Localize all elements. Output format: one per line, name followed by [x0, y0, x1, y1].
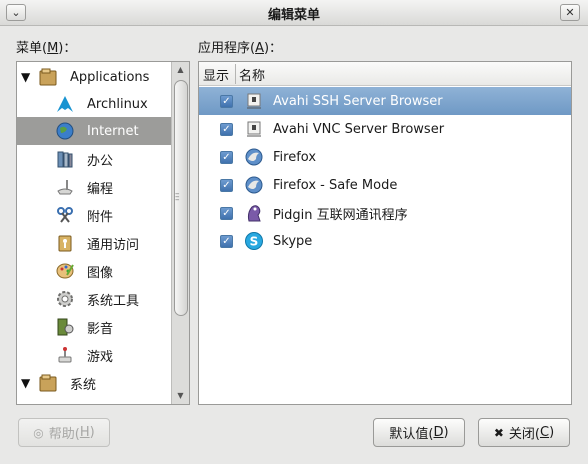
globe-icon	[54, 120, 76, 142]
tree-item-system-tools[interactable]: 系统工具	[17, 285, 171, 313]
tree-item-applications[interactable]: ▼ Applications	[17, 63, 171, 91]
tree-item-label: 编程	[87, 181, 114, 197]
svg-text:S: S	[250, 235, 259, 249]
apps-label: 应用程序(A)：	[198, 41, 283, 56]
table-row[interactable]: ✓ Pidgin 互联网通讯程序	[199, 199, 571, 227]
graphics-icon	[54, 260, 76, 282]
tree-item-accessories[interactable]: 附件	[17, 201, 171, 229]
app-name: Avahi SSH Server Browser	[273, 93, 443, 109]
tree-item-label: 影音	[87, 321, 114, 337]
show-checkbox[interactable]: ✓	[220, 122, 233, 136]
close-label: 关闭(	[508, 427, 540, 442]
tree-item-system[interactable]: ▼ 系统	[17, 369, 171, 397]
window-close-button[interactable]: ✕	[560, 4, 580, 21]
arch-logo-icon	[54, 93, 76, 115]
show-checkbox[interactable]: ✓	[220, 150, 233, 164]
scroll-up-icon[interactable]: ▲	[172, 62, 189, 78]
tree-item-label: 游戏	[87, 349, 114, 365]
scroll-down-icon[interactable]: ▼	[172, 388, 189, 404]
tree-scrollbar[interactable]: ▲ ▼	[171, 62, 189, 404]
revert-default-button[interactable]: 默认值(D)	[373, 418, 465, 447]
tree-item-label: 图像	[87, 265, 114, 281]
app-name: Pidgin 互联网通讯程序	[273, 207, 408, 223]
tree-item-label: 办公	[87, 153, 114, 169]
table-row[interactable]: ✓ Firefox	[199, 143, 571, 171]
programming-icon	[54, 176, 76, 198]
firefox-icon	[243, 146, 265, 168]
app-name: Firefox - Safe Mode	[273, 177, 398, 193]
title-bar: ⌄ 编辑菜单 ✕	[0, 0, 588, 26]
accessibility-icon	[54, 232, 76, 254]
tree-item-label: Applications	[70, 69, 150, 85]
help-icon: ◎	[33, 425, 44, 440]
system-tools-icon	[54, 288, 76, 310]
apps-table-header: 显示 名称	[199, 62, 571, 86]
tree-item-label: 系统	[70, 377, 97, 393]
column-header-show[interactable]: 显示	[203, 65, 229, 84]
menu-label: 菜单(M)：	[16, 41, 77, 56]
pidgin-icon	[243, 202, 265, 224]
window-title: 编辑菜单	[267, 8, 320, 23]
close-icon: ✖	[493, 425, 504, 440]
expander-down-icon[interactable]: ▼	[21, 376, 30, 390]
app-name: Avahi VNC Server Browser	[273, 121, 445, 137]
firefox-icon	[243, 174, 265, 196]
tree-item-games[interactable]: 游戏	[17, 341, 171, 369]
column-header-name[interactable]: 名称	[239, 65, 265, 84]
tree-item-programming[interactable]: 编程	[17, 173, 171, 201]
folder-icon	[54, 400, 76, 404]
tree-item-label: 系统工具	[87, 293, 140, 309]
column-separator[interactable]	[235, 64, 236, 84]
table-row[interactable]: ✓ Avahi VNC Server Browser	[199, 115, 571, 143]
tree-item-multimedia[interactable]: 影音	[17, 313, 171, 341]
multimedia-icon	[54, 316, 76, 338]
tree-item-accessibility[interactable]: 通用访问	[17, 229, 171, 257]
games-icon	[54, 344, 76, 366]
app-name: Skype	[273, 233, 313, 249]
tree-item-office[interactable]: 办公	[17, 145, 171, 173]
table-row[interactable]: ✓ S Skype	[199, 227, 571, 255]
network-browser-icon	[243, 90, 265, 112]
tree-item-label: Archlinux	[87, 96, 148, 112]
skype-icon: S	[243, 230, 265, 252]
tree-item-partial	[17, 397, 171, 404]
apps-list[interactable]: 显示 名称 ✓ Avahi SSH Server Browser ✓ Avahi…	[198, 61, 572, 405]
office-icon	[54, 148, 76, 170]
show-checkbox[interactable]: ✓	[220, 178, 233, 192]
pane-resize-grip[interactable]: – – –	[175, 190, 183, 205]
tree-item-internet[interactable]: Internet	[17, 117, 171, 145]
show-checkbox[interactable]: ✓	[220, 94, 233, 108]
default-label: 默认值(	[389, 427, 434, 442]
table-row[interactable]: ✓ Firefox - Safe Mode	[199, 171, 571, 199]
tree-item-graphics[interactable]: 图像	[17, 257, 171, 285]
table-row[interactable]: ✓ Avahi SSH Server Browser	[199, 87, 571, 115]
close-icon: ✕	[565, 6, 575, 19]
tree-item-archlinux[interactable]: Archlinux	[17, 90, 171, 118]
tree-item-label: Internet	[87, 123, 139, 139]
show-checkbox[interactable]: ✓	[220, 234, 233, 248]
network-browser-icon	[243, 118, 265, 140]
help-label: 帮助(	[48, 427, 80, 442]
accessories-icon	[54, 204, 76, 226]
tree-item-label: 附件	[87, 209, 114, 225]
help-button[interactable]: ◎ 帮助(H)	[18, 418, 110, 447]
close-button[interactable]: ✖ 关闭(C)	[478, 418, 570, 447]
folder-icon	[37, 372, 59, 394]
tree-item-label: 通用访问	[87, 237, 140, 253]
folder-icon	[37, 66, 59, 88]
app-name: Firefox	[273, 149, 317, 165]
show-checkbox[interactable]: ✓	[220, 206, 233, 220]
menu-tree[interactable]: ▼ Applications Archlinux Internet 办公 编程	[16, 61, 190, 405]
expander-down-icon[interactable]: ▼	[21, 70, 30, 84]
